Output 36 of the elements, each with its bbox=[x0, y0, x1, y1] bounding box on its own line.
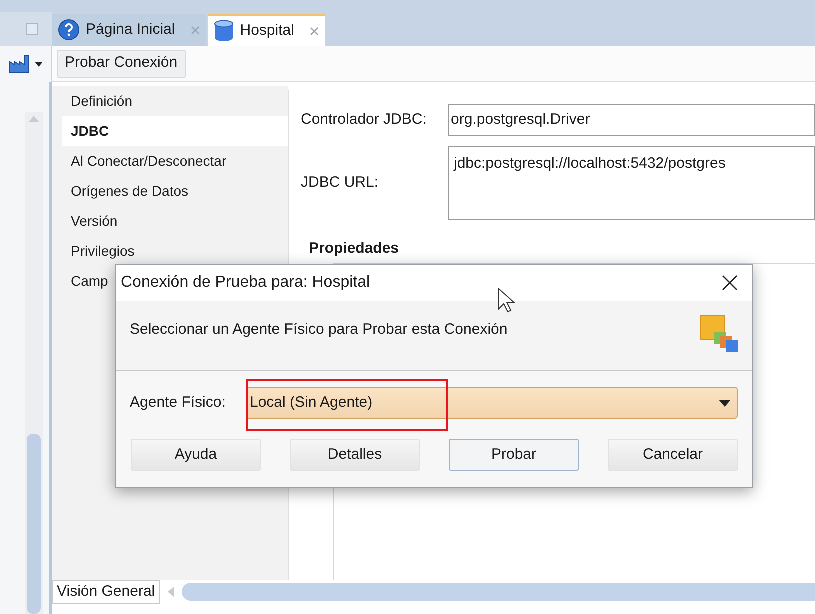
scroll-up-icon[interactable] bbox=[29, 116, 39, 122]
nav-item[interactable]: JDBC bbox=[62, 116, 288, 146]
scroll-left-icon[interactable] bbox=[168, 587, 174, 597]
url-label: JDBC URL: bbox=[301, 172, 380, 193]
dialog-button[interactable]: Probar bbox=[449, 439, 579, 471]
agent-label: Agente Físico: bbox=[130, 392, 227, 413]
database-icon bbox=[214, 20, 234, 42]
scroll-thumb[interactable] bbox=[27, 434, 41, 614]
section-title: Propiedades bbox=[309, 239, 400, 259]
factory-icon[interactable] bbox=[8, 54, 30, 74]
editor-tab[interactable]: Hospital bbox=[208, 14, 326, 46]
dropdown-caret-icon[interactable] bbox=[719, 400, 731, 406]
nav-item[interactable]: Al Conectar/Desconectar bbox=[62, 146, 288, 176]
agent-dropdown[interactable]: Local (Sin Agente) bbox=[246, 387, 738, 419]
nav-item[interactable]: Privilegios bbox=[62, 236, 288, 266]
dialog-button[interactable]: Cancelar bbox=[608, 439, 738, 471]
scrollbar[interactable] bbox=[25, 112, 43, 614]
driver-label: Controlador JDBC: bbox=[301, 110, 428, 130]
dialog-button[interactable]: Detalles bbox=[290, 439, 420, 471]
help-icon bbox=[58, 19, 80, 41]
driver-field[interactable]: org.postgresql.Driver bbox=[448, 104, 815, 136]
overview-tab[interactable]: Visión General bbox=[52, 580, 160, 604]
close-icon[interactable] bbox=[722, 275, 738, 291]
dialog-title: Conexión de Prueba para: Hospital bbox=[121, 273, 370, 293]
url-field[interactable]: jdbc:postgresql://localhost:5432/postgres bbox=[448, 146, 815, 220]
horizontal-scrollbar[interactable] bbox=[182, 583, 815, 601]
dialog-subtitle: Seleccionar un Agente Físico para Probar esta Conexión bbox=[130, 320, 508, 340]
test-connection-button[interactable]: Probar Conexión bbox=[57, 50, 186, 78]
nav-item[interactable]: Definición bbox=[62, 86, 288, 116]
nav-item[interactable]: Versión bbox=[62, 206, 288, 236]
caret-icon[interactable] bbox=[34, 62, 42, 66]
minimize-icon[interactable] bbox=[26, 23, 38, 35]
agent-icon bbox=[700, 315, 740, 353]
editor-tab[interactable]: Página Inicial bbox=[52, 14, 206, 46]
dialog-button[interactable]: Ayuda bbox=[131, 439, 261, 471]
nav-item[interactable]: Orígenes de Datos bbox=[62, 176, 288, 206]
